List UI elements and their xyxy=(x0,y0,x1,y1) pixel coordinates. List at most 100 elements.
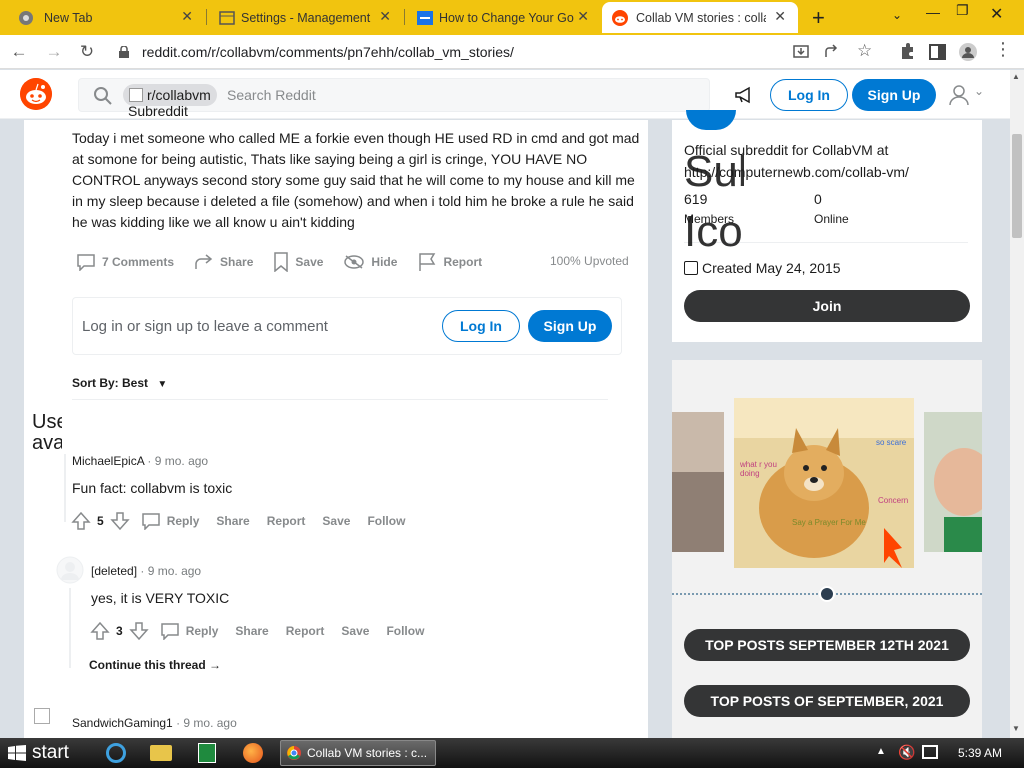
comment-author[interactable]: MichaelEpicA xyxy=(72,454,144,468)
reply-button[interactable]: Reply xyxy=(141,512,199,530)
downvote-arrow-icon[interactable] xyxy=(128,620,150,642)
doge-meme-image[interactable] xyxy=(734,398,914,568)
share-button[interactable]: Share xyxy=(194,253,253,271)
online-label: Online xyxy=(814,212,849,226)
close-icon[interactable]: ✕ xyxy=(379,8,391,25)
carousel-prev-image[interactable] xyxy=(672,412,724,552)
menu-icon[interactable]: ⋮ xyxy=(994,39,1012,60)
community-description: Official subreddit for CollabVM at http:… xyxy=(684,142,909,180)
save-button[interactable]: Save xyxy=(322,514,350,528)
tab-search-icon[interactable]: ⌄ xyxy=(892,8,902,22)
share-label: Share xyxy=(220,255,254,269)
start-button[interactable]: start xyxy=(0,738,88,768)
file-explorer-icon[interactable] xyxy=(150,745,172,761)
hide-button[interactable]: Hide xyxy=(343,254,397,270)
community-avatar-icon xyxy=(686,110,736,130)
top-posts-day-button[interactable]: TOP POSTS SEPTEMBER 12TH 2021 xyxy=(684,629,970,661)
comment-author: [deleted] xyxy=(91,564,138,578)
header-signup-button[interactable]: Sign Up xyxy=(852,79,936,111)
network-icon[interactable] xyxy=(922,745,938,759)
install-icon[interactable] xyxy=(792,43,812,61)
excel-icon[interactable] xyxy=(198,743,216,763)
thread-line[interactable] xyxy=(69,588,71,668)
taskbar-clock[interactable]: 5:39 AM xyxy=(958,738,1002,768)
broken-avatar-icon xyxy=(34,708,50,724)
forward-arrow-icon[interactable]: → xyxy=(44,42,64,62)
firefox-icon[interactable] xyxy=(243,743,263,763)
upvote-arrow-icon[interactable] xyxy=(70,510,92,532)
back-arrow-icon[interactable]: ← xyxy=(9,42,29,62)
comment-icon xyxy=(77,254,95,271)
comment-author[interactable]: SandwichGaming1 xyxy=(72,716,173,730)
avatar-alt-text: User avatar xyxy=(32,412,62,474)
close-icon[interactable]: ✕ xyxy=(774,8,786,25)
comment-icon xyxy=(141,513,160,530)
save-button[interactable]: Save xyxy=(341,624,369,638)
reddit-logo-icon[interactable] xyxy=(20,78,52,110)
save-label: Save xyxy=(295,255,324,269)
follow-button[interactable]: Follow xyxy=(386,624,424,638)
advertise-megaphone-icon[interactable] xyxy=(734,85,754,105)
lock-icon xyxy=(119,46,129,58)
tab-label: New Tab xyxy=(44,10,93,25)
report-button[interactable]: Report xyxy=(417,252,482,272)
star-icon[interactable]: ☆ xyxy=(857,41,872,61)
report-button[interactable]: Report xyxy=(267,514,306,528)
post-action-bar: 7 Comments Share Save Hide Report xyxy=(76,252,502,272)
volume-muted-icon[interactable]: 🔇 xyxy=(898,744,915,761)
carousel-next-image[interactable] xyxy=(924,412,982,552)
share-button[interactable]: Share xyxy=(216,514,249,528)
close-icon[interactable]: ✕ xyxy=(181,8,193,25)
scroll-up-icon[interactable]: ▲ xyxy=(1012,72,1020,81)
profile-icon[interactable] xyxy=(958,43,978,61)
tab-settings-management[interactable]: Settings - Management ✕ xyxy=(207,2,403,33)
downvote-arrow-icon[interactable] xyxy=(109,510,131,532)
report-label: Report xyxy=(443,255,483,269)
report-button[interactable]: Report xyxy=(286,624,325,638)
join-button[interactable]: Join xyxy=(684,290,970,322)
restore-icon[interactable]: ❐ xyxy=(956,2,969,19)
continue-thread-link[interactable]: Continue this thread → xyxy=(89,658,221,672)
minimize-icon[interactable]: — xyxy=(926,4,940,20)
comment-signup-button[interactable]: Sign Up xyxy=(528,310,612,342)
thread-line[interactable] xyxy=(64,454,66,522)
continue-thread-label: Continue this thread xyxy=(89,658,206,672)
share-icon[interactable] xyxy=(822,43,842,61)
comment-author-line: [deleted] · 9 mo. ago xyxy=(91,564,201,578)
url-field[interactable]: reddit.com/r/collabvm/comments/pn7ehh/co… xyxy=(108,39,888,65)
tab-how-to-change[interactable]: How to Change Your Go ✕ xyxy=(405,2,601,33)
user-menu-dropdown[interactable]: ⌄ xyxy=(948,82,988,108)
scrollbar-thumb[interactable] xyxy=(1012,134,1022,238)
header-login-button[interactable]: Log In xyxy=(770,79,848,111)
scroll-down-icon[interactable]: ▼ xyxy=(1012,724,1020,733)
comments-button[interactable]: 7 Comments xyxy=(76,253,174,271)
tab-collab-vm-stories[interactable]: Collab VM stories : collab ✕ xyxy=(602,2,798,33)
chrome-icon xyxy=(287,746,301,760)
new-tab-button[interactable]: + xyxy=(812,5,825,31)
follow-button[interactable]: Follow xyxy=(367,514,405,528)
tray-expand-icon[interactable]: ▲ xyxy=(876,746,886,757)
close-icon[interactable]: ✕ xyxy=(577,8,589,25)
created-label: Created May 24, 2015 xyxy=(702,260,841,276)
window-close-icon[interactable]: ✕ xyxy=(990,4,1003,24)
share-button[interactable]: Share xyxy=(235,624,268,638)
sort-label: Sort By: Best xyxy=(72,376,149,390)
cake-icon xyxy=(684,261,698,275)
meme-text-mid: Concern xyxy=(878,496,909,505)
reddit-icon xyxy=(612,10,628,26)
page-icon xyxy=(417,11,433,25)
side-panel-icon[interactable] xyxy=(928,43,948,61)
carousel-handle[interactable] xyxy=(819,586,835,602)
upvote-arrow-icon[interactable] xyxy=(89,620,111,642)
comment-login-button[interactable]: Log In xyxy=(442,310,520,342)
avatar-alt-label: User avatar xyxy=(32,412,62,454)
internet-explorer-icon[interactable] xyxy=(106,743,126,763)
extensions-icon[interactable] xyxy=(897,43,917,61)
reply-button[interactable]: Reply xyxy=(160,622,218,640)
top-posts-month-button[interactable]: TOP POSTS OF SEPTEMBER, 2021 xyxy=(684,685,970,717)
sort-dropdown[interactable]: Sort By: Best ▼ xyxy=(72,376,167,390)
tab-new-tab[interactable]: New Tab ✕ xyxy=(0,2,205,33)
taskbar-chrome-task[interactable]: Collab VM stories : c... xyxy=(280,740,436,766)
reload-icon[interactable]: ↻ xyxy=(77,42,97,62)
save-button[interactable]: Save xyxy=(273,252,323,272)
